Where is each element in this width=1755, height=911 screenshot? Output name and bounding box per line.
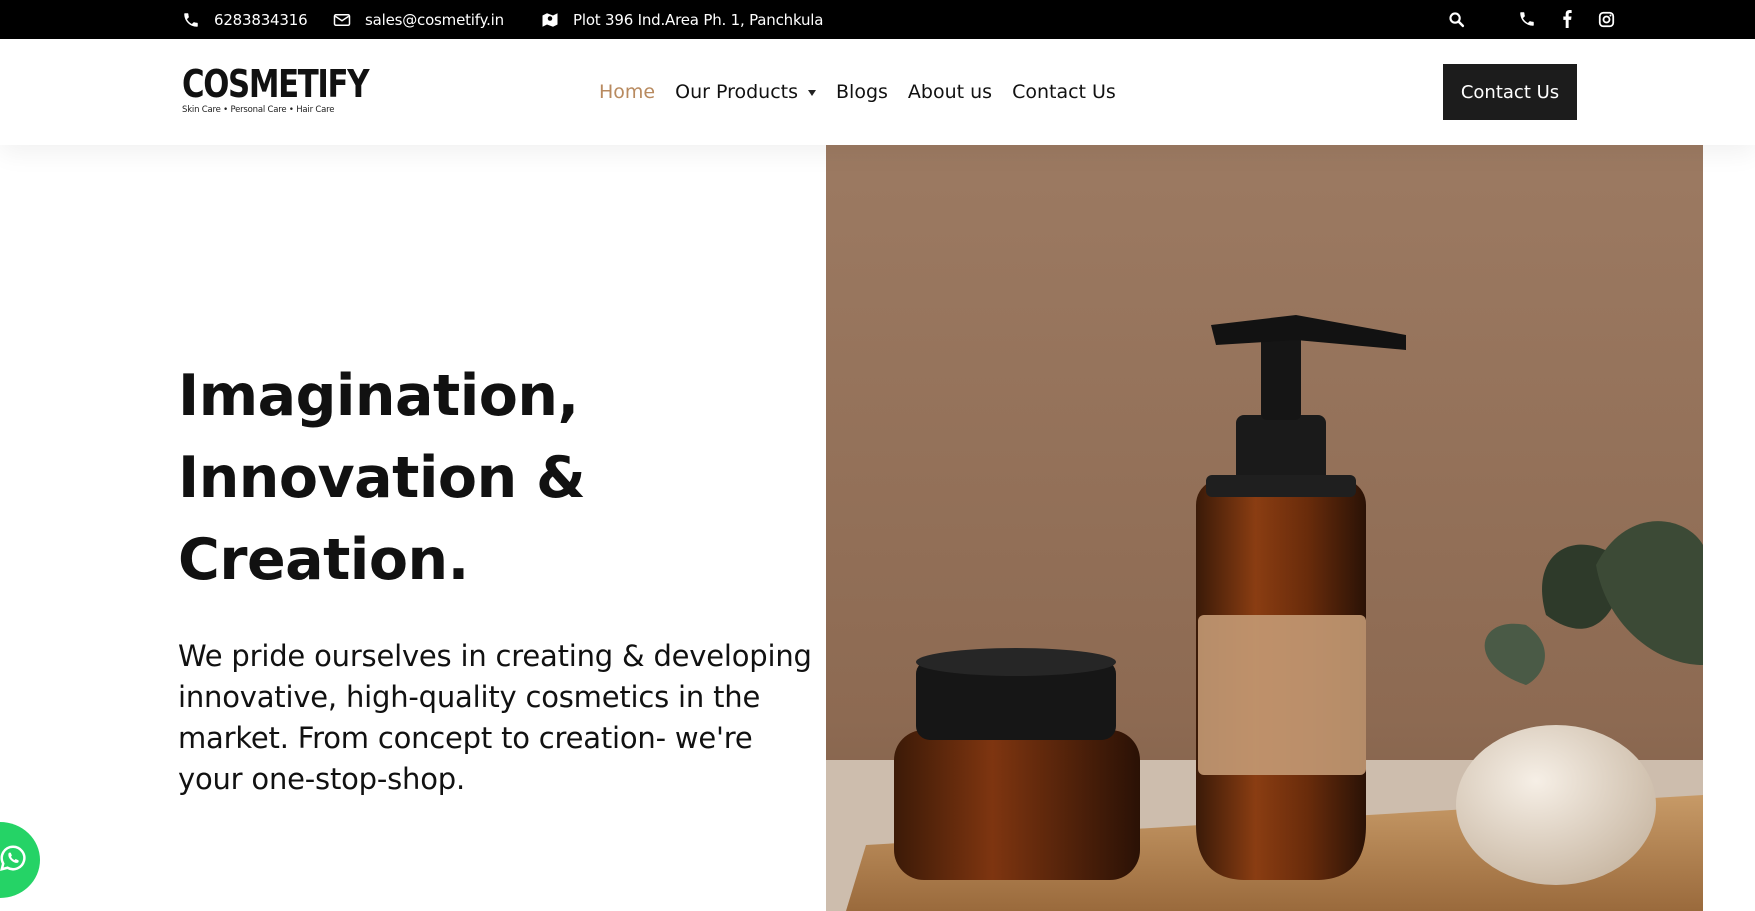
topbar-address: Plot 396 Ind.Area Ph. 1, Panchkula	[541, 0, 823, 39]
topbar-address-text: Plot 396 Ind.Area Ph. 1, Panchkula	[573, 10, 824, 29]
nav-blogs[interactable]: Blogs	[836, 81, 888, 103]
phone-icon	[182, 11, 200, 29]
main-nav: Home Our Products Blogs About us Contact…	[599, 39, 1136, 145]
whatsapp-chat-button[interactable]	[0, 822, 40, 898]
facebook-icon[interactable]	[1557, 9, 1577, 29]
hero-title-line-3: Creation.	[178, 527, 469, 593]
top-bar: 6283834316 sales@cosmetify.in Plot 396 I…	[0, 0, 1755, 39]
mail-icon	[333, 12, 351, 28]
contact-us-button[interactable]: Contact Us	[1443, 64, 1577, 120]
nav-about-us-label: About us	[907, 81, 993, 103]
whatsapp-icon	[0, 843, 28, 877]
nav-our-products[interactable]: Our Products	[675, 81, 816, 103]
nav-home-label: Home	[599, 81, 656, 103]
instagram-icon[interactable]	[1596, 9, 1616, 29]
hero-title-line-2: Innovation &	[178, 445, 586, 511]
logo-word: COSMETIFY	[182, 62, 369, 106]
nav-home[interactable]: Home	[599, 81, 655, 103]
search-icon[interactable]	[1446, 9, 1466, 29]
topbar-phone-text: 6283834316	[214, 10, 308, 29]
topbar-email[interactable]: sales@cosmetify.in	[333, 0, 504, 39]
nav-blogs-label: Blogs	[836, 81, 888, 103]
nav-about-us[interactable]: About us	[908, 81, 992, 103]
site-header: COSMETIFY Skin Care • Personal Care • Ha…	[0, 39, 1755, 145]
nav-contact-us-label: Contact Us	[1012, 81, 1116, 103]
hero-product-image	[826, 145, 1703, 911]
topbar-phone[interactable]: 6283834316	[182, 0, 308, 39]
map-icon	[541, 11, 559, 29]
phone-icon[interactable]	[1517, 9, 1537, 29]
topbar-email-text: sales@cosmetify.in	[365, 10, 504, 29]
logo[interactable]: COSMETIFY Skin Care • Personal Care • Ha…	[182, 62, 369, 115]
hero-title-line-1: Imagination,	[178, 363, 579, 429]
nav-our-products-label: Our Products	[675, 81, 798, 103]
nav-contact-us[interactable]: Contact Us	[1012, 81, 1116, 103]
chevron-down-icon	[808, 90, 816, 96]
logo-tagline: Skin Care • Personal Care • Hair Care	[182, 105, 335, 115]
hero-description: We pride ourselves in creating & develop…	[178, 639, 812, 796]
hero-title: Imagination, Innovation & Creation.	[178, 355, 778, 601]
